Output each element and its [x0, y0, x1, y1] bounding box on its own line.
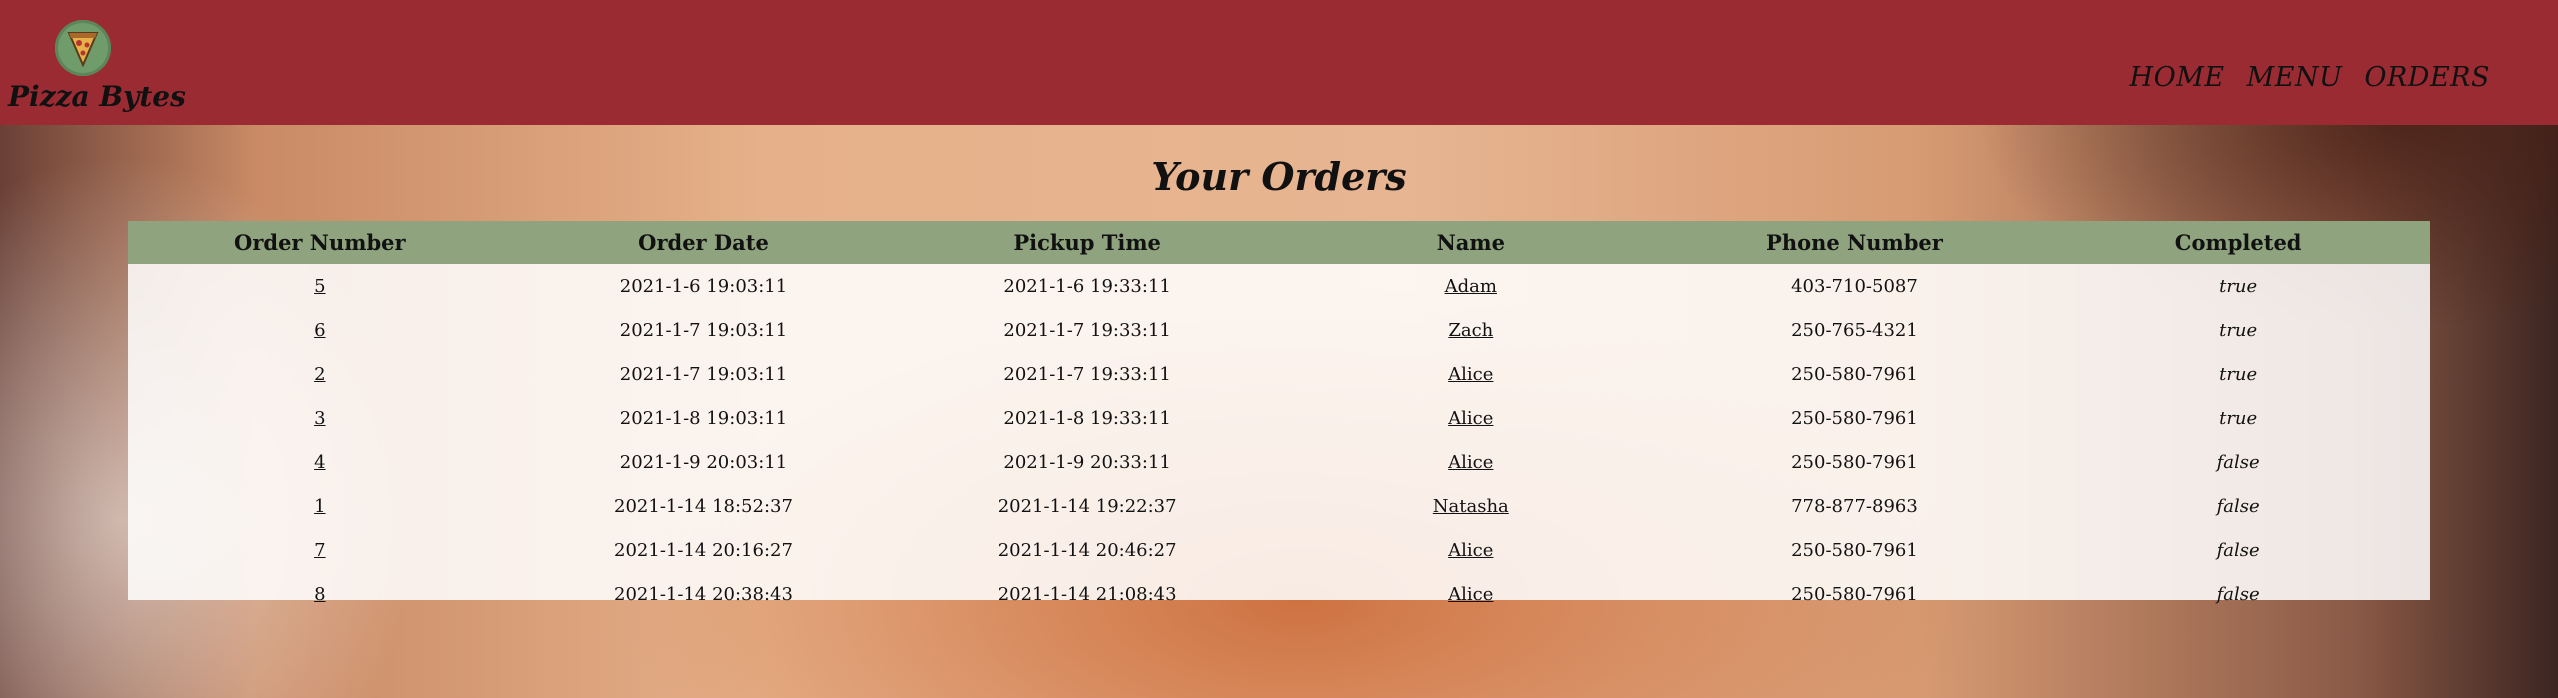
customer-name-link[interactable]: Alice: [1448, 540, 1493, 561]
brand-name[interactable]: Pizza Bytes: [8, 80, 186, 113]
completed-cell: true: [2219, 319, 2258, 341]
table-header-row: Order Number Order Date Pickup Time Name…: [128, 221, 2430, 264]
main-nav: HOME MENU ORDERS: [2130, 62, 2490, 93]
pizza-slice-icon[interactable]: [55, 20, 111, 76]
table-row: 4 2021-1-9 20:03:11 2021-1-9 20:33:11 Al…: [128, 440, 2430, 484]
order-number-cell: 7: [128, 528, 512, 572]
order-number-cell: 8: [128, 572, 512, 616]
order-number-cell: 5: [128, 264, 512, 308]
order-date-cell: 2021-1-9 20:03:11: [619, 451, 788, 473]
order-number-link[interactable]: 6: [314, 320, 325, 341]
customer-name-link[interactable]: Alice: [1448, 584, 1493, 605]
order-number-link[interactable]: 5: [314, 276, 325, 297]
order-date-cell: 2021-1-7 19:03:11: [619, 363, 788, 385]
pickup-time-cell: 2021-1-14 20:46:27: [997, 539, 1177, 561]
header-completed: Completed: [2174, 230, 2302, 255]
completed-cell: false: [2216, 495, 2260, 517]
order-number-link[interactable]: 4: [314, 452, 325, 473]
order-number-link[interactable]: 1: [314, 496, 325, 517]
completed-cell: true: [2219, 363, 2258, 385]
customer-name-link[interactable]: Alice: [1448, 452, 1493, 473]
name-cell: Alice: [1279, 396, 1663, 440]
pickup-time-cell: 2021-1-8 19:33:11: [1003, 407, 1171, 429]
phone-cell: 250-580-7961: [1791, 363, 1918, 385]
order-date-cell: 2021-1-8 19:03:11: [619, 407, 788, 429]
table-row: 6 2021-1-7 19:03:11 2021-1-7 19:33:11 Za…: [128, 308, 2430, 352]
order-number-link[interactable]: 8: [314, 584, 325, 605]
header-order-number: Order Number: [234, 230, 406, 255]
name-cell: Adam: [1279, 264, 1663, 308]
orders-table-container: Order Number Order Date Pickup Time Name…: [128, 221, 2430, 605]
table-row: 5 2021-1-6 19:03:11 2021-1-6 19:33:11 Ad…: [128, 264, 2430, 308]
pickup-time-cell: 2021-1-7 19:33:11: [1003, 363, 1171, 385]
header-phone-number: Phone Number: [1766, 230, 1943, 255]
completed-cell: true: [2219, 275, 2258, 297]
table-row: 3 2021-1-8 19:03:11 2021-1-8 19:33:11 Al…: [128, 396, 2430, 440]
customer-name-link[interactable]: Natasha: [1433, 496, 1509, 517]
table-row: 7 2021-1-14 20:16:27 2021-1-14 20:46:27 …: [128, 528, 2430, 572]
pickup-time-cell: 2021-1-14 19:22:37: [997, 495, 1177, 517]
customer-name-link[interactable]: Adam: [1445, 276, 1497, 297]
name-cell: Alice: [1279, 352, 1663, 396]
completed-cell: false: [2216, 583, 2260, 605]
pickup-time-cell: 2021-1-7 19:33:11: [1003, 319, 1171, 341]
orders-table: Order Number Order Date Pickup Time Name…: [128, 221, 2430, 616]
page-title: Your Orders: [1151, 154, 1407, 199]
phone-cell: 778-877-8963: [1791, 495, 1918, 517]
order-date-cell: 2021-1-7 19:03:11: [619, 319, 788, 341]
order-date-cell: 2021-1-14 20:38:43: [614, 583, 793, 605]
completed-cell: false: [2216, 451, 2260, 473]
table-row: 1 2021-1-14 18:52:37 2021-1-14 19:22:37 …: [128, 484, 2430, 528]
table-row: 8 2021-1-14 20:38:43 2021-1-14 21:08:43 …: [128, 572, 2430, 616]
phone-cell: 250-765-4321: [1791, 319, 1918, 341]
phone-cell: 250-580-7961: [1791, 539, 1918, 561]
name-cell: Alice: [1279, 572, 1663, 616]
table-row: 2 2021-1-7 19:03:11 2021-1-7 19:33:11 Al…: [128, 352, 2430, 396]
header-name: Name: [1436, 230, 1505, 255]
customer-name-link[interactable]: Zach: [1448, 320, 1493, 341]
name-cell: Zach: [1279, 308, 1663, 352]
order-number-cell: 2: [128, 352, 512, 396]
nav-home-link[interactable]: HOME: [2130, 62, 2225, 93]
brand[interactable]: Pizza Bytes: [8, 20, 186, 113]
pickup-time-cell: 2021-1-6 19:33:11: [1003, 275, 1171, 297]
pickup-time-cell: 2021-1-9 20:33:11: [1003, 451, 1171, 473]
order-number-cell: 3: [128, 396, 512, 440]
customer-name-link[interactable]: Alice: [1448, 408, 1493, 429]
customer-name-link[interactable]: Alice: [1448, 364, 1493, 385]
order-number-cell: 6: [128, 308, 512, 352]
phone-cell: 250-580-7961: [1791, 583, 1918, 605]
phone-cell: 403-710-5087: [1791, 275, 1918, 297]
order-date-cell: 2021-1-14 18:52:37: [614, 495, 793, 517]
header-order-date: Order Date: [638, 230, 769, 255]
order-number-cell: 1: [128, 484, 512, 528]
phone-cell: 250-580-7961: [1791, 451, 1918, 473]
nav-menu-link[interactable]: MENU: [2247, 62, 2343, 93]
order-date-cell: 2021-1-14 20:16:27: [614, 539, 793, 561]
phone-cell: 250-580-7961: [1791, 407, 1918, 429]
order-number-link[interactable]: 3: [314, 408, 325, 429]
pickup-time-cell: 2021-1-14 21:08:43: [997, 583, 1177, 605]
name-cell: Natasha: [1279, 484, 1663, 528]
order-number-link[interactable]: 2: [314, 364, 325, 385]
completed-cell: false: [2216, 539, 2260, 561]
name-cell: Alice: [1279, 528, 1663, 572]
order-number-link[interactable]: 7: [314, 540, 325, 561]
header-pickup-time: Pickup Time: [1013, 230, 1161, 255]
order-date-cell: 2021-1-6 19:03:11: [619, 275, 788, 297]
nav-orders-link[interactable]: ORDERS: [2364, 62, 2490, 93]
top-nav-bar: Pizza Bytes HOME MENU ORDERS: [0, 0, 2558, 125]
order-number-cell: 4: [128, 440, 512, 484]
name-cell: Alice: [1279, 440, 1663, 484]
completed-cell: true: [2219, 407, 2258, 429]
